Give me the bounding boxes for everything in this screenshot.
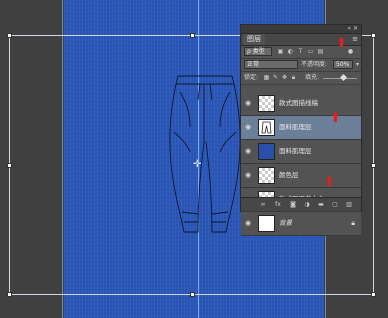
transform-handle[interactable] — [371, 292, 376, 297]
lock-icon: 🔒︎ — [351, 219, 355, 227]
new-layer-icon[interactable]: ▢ — [331, 201, 339, 208]
transform-handle[interactable] — [7, 292, 12, 297]
panel-bottom-toolbar: ∞ fx ◙ ◑ ▬ ▢ ▥ — [241, 197, 361, 211]
pants-thumbnail-icon — [261, 121, 272, 134]
layer-row[interactable]: ◉ 背景 🔒︎ — [241, 212, 361, 236]
photoshop-workspace: ✛ « ✕ 图层 ≡ ρ 类型 ▣ ◐ T ▭ ▤ ● 正常 不透明度: 50%… — [0, 0, 388, 318]
eye-icon[interactable]: ◉ — [245, 172, 253, 179]
lock-position-icon[interactable]: ✥ — [281, 74, 288, 81]
layer-thumbnail — [258, 119, 275, 136]
eye-icon[interactable]: ◉ — [245, 220, 253, 227]
eye-icon[interactable]: ◉ — [245, 100, 253, 107]
layer-row[interactable]: ◉ 面料肌理层 — [241, 140, 361, 164]
transform-handle[interactable] — [190, 33, 195, 38]
folder-icon[interactable]: ▬ — [317, 201, 325, 208]
layers-list: ◉ 款式图描线稿 ◉ 面料肌理层 ◉ 面料肌理层 ◉ 颜色层 ◉ 背景 🔒︎ — [241, 92, 361, 236]
tab-layers[interactable]: 图层 — [243, 34, 265, 45]
layer-row[interactable]: ◉ 颜色层 — [241, 164, 361, 188]
layer-thumbnail — [258, 143, 275, 160]
transform-handle[interactable] — [7, 163, 12, 168]
layer-name[interactable]: 颜色层 — [279, 164, 299, 187]
filter-toggle-icon[interactable]: ● — [347, 48, 354, 55]
eye-icon[interactable]: ◉ — [245, 148, 253, 155]
adjustment-filter-icon[interactable]: ◐ — [287, 48, 294, 55]
annotation-arrow-icon: ⬆ — [324, 175, 335, 190]
lock-image-icon[interactable]: ✎ — [272, 74, 279, 81]
blend-mode-select[interactable]: 正常 — [244, 60, 298, 69]
layer-thumbnail — [258, 167, 275, 184]
layer-name[interactable]: 面料肌理层 — [279, 140, 312, 163]
fx-icon[interactable]: fx — [274, 201, 282, 208]
link-icon[interactable]: ∞ — [259, 201, 267, 208]
mask-icon[interactable]: ◙ — [289, 201, 297, 208]
opacity-dropdown-icon[interactable]: ▾ — [354, 61, 361, 68]
panel-menu-icon[interactable]: ≡ — [352, 34, 358, 45]
layer-row[interactable]: ◉ 面料肌理层 — [241, 116, 361, 140]
opacity-slider-thumb[interactable] — [339, 73, 348, 82]
transform-handle[interactable] — [371, 163, 376, 168]
lock-all-icon[interactable]: 🔒︎ — [290, 74, 297, 81]
annotation-arrow-icon: ⬆ — [336, 36, 347, 51]
annotation-arrow-icon: ⬆ — [330, 111, 341, 126]
layer-thumbnail — [258, 215, 275, 232]
layers-panel: « ✕ 图层 ≡ ρ 类型 ▣ ◐ T ▭ ▤ ● 正常 不透明度: 50% ▾… — [240, 24, 362, 236]
lock-label: 锁定: — [244, 74, 259, 81]
lock-row: 锁定: ▦ ✎ ✥ 🔒︎ 填充: — [241, 72, 361, 85]
type-filter-icon[interactable]: T — [297, 48, 304, 55]
eye-icon[interactable]: ◉ — [245, 124, 253, 131]
layer-thumbnail — [258, 95, 275, 112]
transform-handle[interactable] — [7, 33, 12, 38]
transform-handle[interactable] — [371, 33, 376, 38]
shape-filter-icon[interactable]: ▭ — [307, 48, 314, 55]
blend-row: 正常 不透明度: 50% ▾ — [241, 59, 361, 72]
layer-row[interactable]: ◉ 款式图描线稿 — [241, 92, 361, 116]
layer-name[interactable]: 面料肌理层 — [279, 116, 312, 139]
kind-filter-select[interactable]: ρ 类型 — [244, 47, 272, 56]
lock-transparent-icon[interactable]: ▦ — [263, 74, 270, 81]
trash-icon[interactable]: ▥ — [345, 201, 353, 208]
adjustment-icon[interactable]: ◑ — [303, 201, 311, 208]
fill-label: 填充: — [305, 74, 320, 81]
close-icon[interactable]: « ✕ — [347, 25, 358, 33]
smart-object-filter-icon[interactable]: ▤ — [317, 48, 324, 55]
opacity-label: 不透明度: — [301, 61, 328, 68]
pixel-filter-icon[interactable]: ▣ — [277, 48, 284, 55]
panel-titlebar[interactable]: « ✕ — [241, 25, 361, 34]
layer-name[interactable]: 款式图描线稿 — [279, 92, 318, 115]
layer-name[interactable]: 背景 — [279, 212, 292, 235]
transform-handle[interactable] — [190, 292, 195, 297]
opacity-input[interactable]: 50% — [333, 60, 353, 69]
